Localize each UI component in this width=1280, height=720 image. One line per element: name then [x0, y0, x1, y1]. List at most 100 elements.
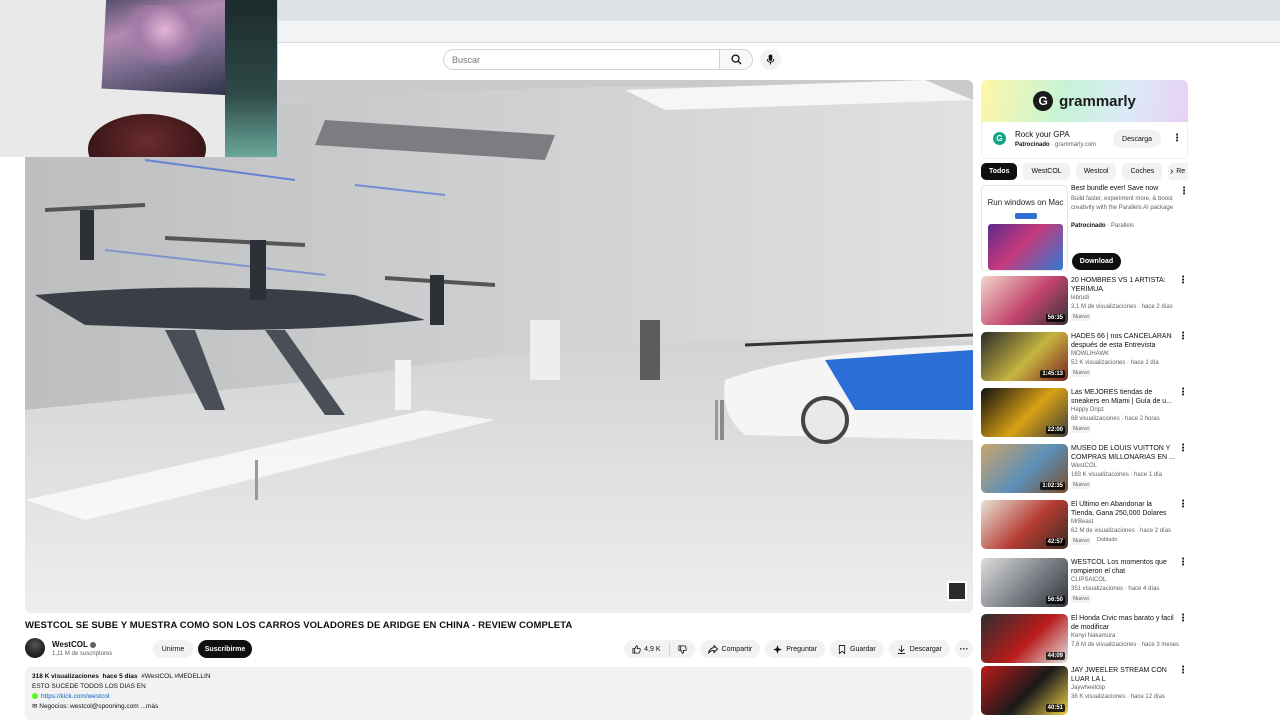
video-player[interactable]	[25, 80, 973, 613]
ad-info[interactable]: G Rock your GPA Patrocinado · grammarly.…	[981, 122, 1188, 159]
hashtags[interactable]: #WestCOL #MEDELLIN	[141, 673, 210, 680]
video-title[interactable]: El Honda Civic mas barato y facil de mod…	[1071, 614, 1176, 632]
download-button[interactable]: Descargar	[888, 640, 950, 658]
promo-menu-icon[interactable]: ⋮	[1179, 187, 1189, 197]
video-channel[interactable]: MOWLIHAWK	[1071, 351, 1109, 357]
more-horizontal-icon: ···	[959, 644, 969, 654]
recommended-video[interactable]: 40:51 JAY JWEELER STREAM CON LUAR LA L J…	[981, 666, 1188, 717]
ad-cta-button[interactable]: Descarga	[1113, 130, 1161, 148]
recommended-video[interactable]: 42:57 El Último en Abandonar la Tienda, …	[981, 500, 1188, 551]
recommended-video[interactable]: 56:35 20 HOMBRES VS 1 ARTISTA: YERIMUA l…	[981, 276, 1188, 327]
save-button[interactable]: Guardar	[830, 640, 884, 658]
promo-download-button[interactable]: Download	[1072, 253, 1121, 270]
video-menu-icon[interactable]: ⋮	[1178, 276, 1188, 286]
channel-watermark-icon[interactable]	[947, 581, 967, 601]
video-menu-icon[interactable]: ⋮	[1178, 614, 1188, 624]
video-title[interactable]: JAY JWEELER STREAM CON LUAR LA L	[1071, 666, 1176, 684]
share-button[interactable]: Compartir	[699, 640, 761, 658]
channel-name-text[interactable]: WestCOL	[52, 640, 88, 649]
like-count: 4,9 K	[644, 645, 661, 653]
video-stats: 3,1 M de visualizaciones · hace 2 días	[1071, 304, 1173, 310]
ad-menu-icon[interactable]: ⋮	[1172, 134, 1182, 144]
ad-banner[interactable]: G grammarly	[981, 80, 1188, 122]
video-title[interactable]: 20 HOMBRES VS 1 ARTISTA: YERIMUA	[1071, 276, 1176, 294]
chip-westcol-2[interactable]: Westcol	[1075, 163, 1117, 180]
video-duration: 22:00	[1045, 426, 1065, 434]
description-box[interactable]: 318 K visualizaciones hace 5 días #WestC…	[25, 667, 973, 720]
video-stats: 351 visualizaciones · hace 4 días	[1071, 586, 1160, 592]
promoted-video[interactable]: Run windows on Mac Best bundle ever! Sav…	[981, 185, 1189, 271]
show-more-link[interactable]: ...más	[141, 703, 159, 710]
kick-link[interactable]: https://kick.com/westcol	[41, 693, 109, 700]
upload-date: hace 5 días	[102, 673, 138, 680]
video-thumbnail[interactable]: 56:35	[981, 276, 1068, 325]
video-channel[interactable]: CLIPSAICOL	[1071, 577, 1106, 583]
promo-thumbnail[interactable]: Run windows on Mac	[981, 185, 1068, 271]
video-channel[interactable]: Jaywheelclip	[1071, 685, 1105, 691]
video-title[interactable]: WESTCOL Los momentos que rompieron el ch…	[1071, 558, 1176, 576]
channel-avatar[interactable]	[25, 638, 45, 658]
video-menu-icon[interactable]: ⋮	[1178, 558, 1188, 568]
video-thumbnail[interactable]: 42:57	[981, 500, 1068, 549]
thumbs-down-icon[interactable]	[678, 644, 687, 654]
video-stats: 7,8 M de visualizaciones · hace 3 meses	[1071, 642, 1180, 648]
video-title[interactable]: El Último en Abandonar la Tienda, Gana 2…	[1071, 500, 1176, 518]
more-actions-button[interactable]: ···	[955, 640, 973, 658]
video-menu-icon[interactable]: ⋮	[1178, 500, 1188, 510]
search-button[interactable]	[719, 49, 753, 70]
video-thumbnail[interactable]: 56:50	[981, 558, 1068, 607]
bookmark-icon	[838, 644, 846, 654]
video-title[interactable]: MUSEO DE LOUIS VUITTON Y COMPRAS MILLONA…	[1071, 444, 1176, 462]
video-thumbnail[interactable]: 40:51	[981, 666, 1068, 715]
video-menu-icon[interactable]: ⋮	[1178, 388, 1188, 398]
grammarly-small-icon: G	[993, 132, 1006, 145]
promo-advertiser: Parallels	[1111, 223, 1135, 229]
filter-chips: Todos WestCOL Westcol Coches Re	[981, 163, 1188, 180]
chevron-right-icon[interactable]: ›	[1170, 166, 1173, 177]
view-count: 318 K visualizaciones	[32, 673, 99, 680]
video-title[interactable]: HADES 66 | nos CANCELARAN después de est…	[1071, 332, 1176, 350]
video-channel[interactable]: Happy Dripz	[1071, 407, 1104, 413]
video-channel[interactable]: lebrudi	[1071, 295, 1089, 301]
ad-sponsored-label: Patrocinado	[1015, 142, 1050, 148]
video-thumbnail[interactable]: 1:45:13	[981, 332, 1068, 381]
voice-search-button[interactable]	[760, 49, 781, 70]
download-label: Descargar	[909, 645, 942, 653]
video-thumbnail[interactable]: 22:00	[981, 388, 1068, 437]
chip-todos[interactable]: Todos	[981, 163, 1018, 180]
video-channel[interactable]: Kenyi Nakamura	[1071, 633, 1115, 639]
subscribe-button[interactable]: Suscribirme	[198, 640, 252, 658]
video-channel[interactable]: WestCOL	[1071, 463, 1097, 469]
search-input[interactable]	[452, 54, 719, 65]
download-icon	[897, 644, 905, 654]
ask-button[interactable]: Preguntar	[765, 640, 826, 658]
like-button[interactable]: 4,9 K	[632, 644, 661, 654]
video-channel[interactable]: MrBeast	[1071, 519, 1093, 525]
join-button[interactable]: Unirme	[153, 640, 193, 658]
video-menu-icon[interactable]: ⋮	[1178, 444, 1188, 454]
like-dislike-group: 4,9 K	[624, 640, 695, 658]
video-thumbnail[interactable]: 1:02:35	[981, 444, 1068, 493]
video-title[interactable]: Las MEJORES tiendas de sneakers en Miami…	[1071, 388, 1176, 406]
video-menu-icon[interactable]: ⋮	[1178, 332, 1188, 342]
channel-name[interactable]: WestCOL	[52, 640, 96, 649]
video-thumbnail[interactable]: 44:09	[981, 614, 1068, 663]
chip-coches[interactable]: Coches	[1122, 163, 1163, 180]
recommended-video[interactable]: 44:09 El Honda Civic mas barato y facil …	[981, 614, 1188, 665]
search-bar[interactable]	[443, 49, 719, 70]
recommended-video[interactable]: 1:02:35 MUSEO DE LOUIS VUITTON Y COMPRAS…	[981, 444, 1188, 495]
recommended-video[interactable]: 56:50 WESTCOL Los momentos que rompieron…	[981, 558, 1188, 609]
video-duration: 1:45:13	[1040, 370, 1065, 378]
promo-sponsored-label: Patrocinado	[1071, 223, 1106, 229]
ask-label: Preguntar	[786, 645, 818, 653]
recommended-video[interactable]: 1:45:13 HADES 66 | nos CANCELARAN despué…	[981, 332, 1188, 383]
promo-thumb-text: Run windows on Mac	[987, 198, 1064, 207]
description-link-line: https://kick.com/westcol	[32, 692, 966, 702]
video-duration: 56:35	[1045, 314, 1065, 322]
promo-thumb-screen	[988, 224, 1063, 270]
dubbed-badge: Doblado	[1097, 537, 1118, 543]
chip-westcol-1[interactable]: WestCOL	[1023, 163, 1070, 180]
recommended-video[interactable]: 22:00 Las MEJORES tiendas de sneakers en…	[981, 388, 1188, 439]
video-menu-icon[interactable]: ⋮	[1178, 666, 1188, 676]
thumbs-up-icon	[632, 644, 641, 654]
